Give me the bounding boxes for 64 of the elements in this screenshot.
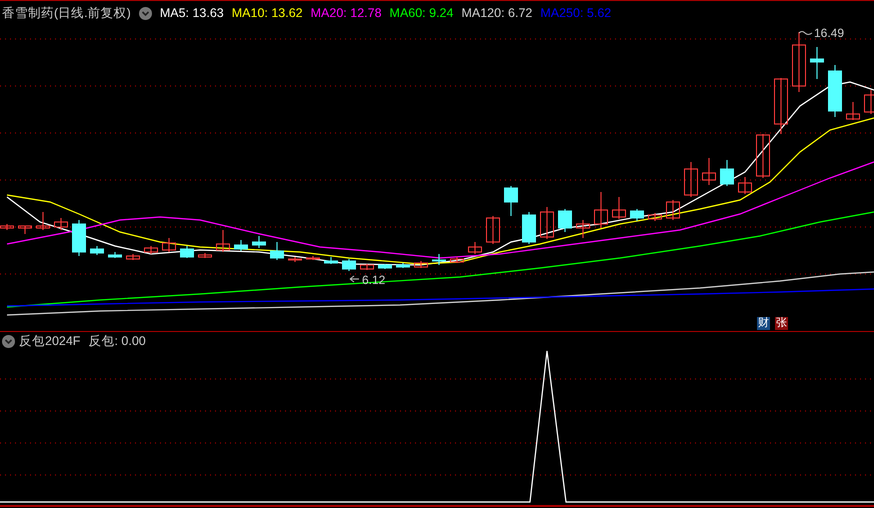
dropdown-icon[interactable] bbox=[138, 7, 152, 20]
candlestick bbox=[540, 206, 554, 240]
candlestick bbox=[684, 162, 698, 198]
candlestick bbox=[594, 192, 608, 228]
candlestick bbox=[522, 212, 536, 244]
candlestick bbox=[270, 242, 284, 260]
indicator-title: 反包2024F bbox=[19, 332, 80, 350]
indicator-value: 反包: 0.00 bbox=[88, 332, 146, 350]
candlestick bbox=[36, 212, 50, 230]
candlestick bbox=[54, 218, 68, 230]
badge-label: 财 bbox=[757, 317, 770, 330]
candlestick bbox=[756, 134, 770, 178]
candlestick bbox=[18, 226, 32, 234]
candlestick bbox=[234, 240, 248, 252]
candlestick bbox=[846, 102, 860, 120]
candlestick bbox=[864, 90, 874, 114]
candlestick bbox=[306, 256, 320, 260]
candlestick bbox=[162, 238, 176, 252]
candlestick bbox=[414, 260, 428, 268]
candlestick bbox=[630, 208, 644, 222]
candlestick bbox=[432, 254, 446, 266]
candlestick bbox=[828, 64, 842, 118]
dropdown-icon[interactable] bbox=[2, 334, 15, 348]
moving-average-value: MA60: 9.24 bbox=[390, 5, 454, 22]
candlestick bbox=[72, 220, 86, 256]
candlestick bbox=[774, 78, 788, 134]
candlestick bbox=[558, 208, 572, 232]
candlestick bbox=[198, 252, 212, 258]
candlestick bbox=[486, 216, 500, 244]
candlestick bbox=[450, 256, 464, 264]
candlestick bbox=[180, 246, 194, 258]
candlestick bbox=[126, 254, 140, 260]
candlestick bbox=[0, 224, 14, 230]
candlestick bbox=[324, 256, 338, 264]
candlestick bbox=[252, 236, 266, 248]
candlestick bbox=[576, 220, 590, 238]
candlestick bbox=[216, 230, 230, 252]
candlestick bbox=[396, 262, 410, 268]
moving-average-value: MA5: 13.63 bbox=[160, 5, 224, 22]
chart-title: 香雪制药(日线.前复权) bbox=[2, 5, 131, 22]
candlestick bbox=[288, 256, 302, 262]
moving-average-value: MA120: 6.72 bbox=[461, 5, 532, 22]
candlestick bbox=[648, 212, 662, 222]
candlestick bbox=[738, 176, 752, 194]
moving-average-value: MA250: 5.62 bbox=[540, 5, 612, 22]
candlestick bbox=[504, 186, 518, 216]
candlestick bbox=[666, 200, 680, 220]
candlestick bbox=[90, 246, 104, 256]
candlestick bbox=[720, 160, 734, 186]
candlestick bbox=[612, 196, 626, 220]
candlestick bbox=[378, 264, 392, 270]
moving-average-value: MA20: 12.78 bbox=[310, 5, 382, 22]
badge-label: 张 bbox=[775, 317, 788, 330]
leader-line bbox=[350, 276, 360, 282]
candlestick bbox=[360, 264, 374, 270]
candlestick bbox=[702, 158, 716, 186]
candlestick bbox=[342, 258, 356, 272]
candlestick bbox=[792, 32, 806, 92]
candlestick bbox=[144, 246, 158, 254]
high-price-label: 16.49 bbox=[814, 26, 844, 40]
moving-average-value: MA10: 13.62 bbox=[232, 5, 303, 22]
candlestick bbox=[468, 242, 482, 254]
leader-line bbox=[798, 31, 812, 35]
candlestick bbox=[810, 46, 824, 80]
